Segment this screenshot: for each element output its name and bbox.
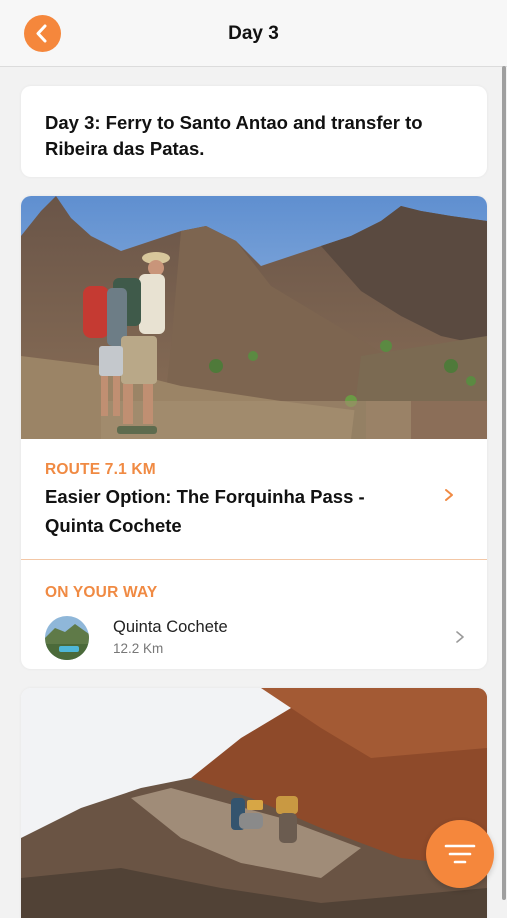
on-your-way-label: ON YOUR WAY [45, 584, 158, 601]
place-distance: 12.2 Km [113, 641, 164, 656]
back-button[interactable] [24, 15, 61, 52]
filter-icon [444, 844, 476, 864]
route-distance-label: ROUTE 7.1 KM [45, 461, 156, 478]
chevron-right-icon [445, 489, 453, 501]
filter-button[interactable] [426, 820, 494, 888]
route-row[interactable]: ROUTE 7.1 KM Easier Option: The Forquinh… [21, 439, 487, 560]
page-title: Day 3 [228, 23, 279, 44]
hikers-in-mountains-photo [21, 196, 487, 439]
next-route-card[interactable] [21, 688, 487, 918]
chevron-right-icon [456, 631, 464, 643]
day-title-card: Day 3: Ferry to Santo Antao and transfer… [21, 86, 487, 177]
day-title: Day 3: Ferry to Santo Antao and transfer… [45, 112, 423, 159]
top-bar: Day 3 [0, 0, 507, 67]
place-thumbnail [45, 616, 89, 660]
chevron-left-icon [36, 24, 47, 43]
route-title: Easier Option: The Forquinha Pass - Quin… [45, 486, 365, 536]
donkeys-on-mountain-trail-photo [21, 688, 487, 918]
place-name: Quinta Cochete [113, 618, 228, 636]
place-photo [45, 616, 89, 660]
route-card[interactable]: ROUTE 7.1 KM Easier Option: The Forquinh… [21, 196, 487, 669]
scrollbar[interactable] [502, 66, 506, 900]
